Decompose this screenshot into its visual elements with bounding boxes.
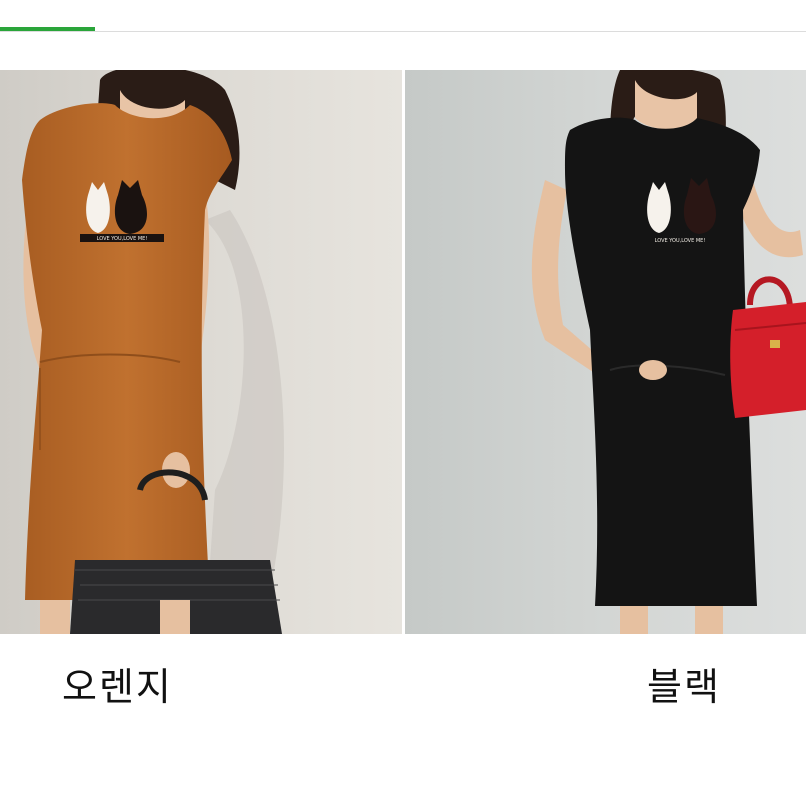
section-divider-line [0,31,806,32]
color-option-label-orange: 오렌지 [62,665,173,709]
print-text: LOVE YOU,LOVE ME! [97,236,148,242]
color-option-label-black: 블랙 [647,665,721,709]
product-photo-black: LOVE YOU,LOVE ME! [405,70,806,634]
print-text: LOVE YOU,LOVE ME! [655,238,706,244]
product-photo-orange: LOVE YOU,LOVE ME! [0,70,402,634]
